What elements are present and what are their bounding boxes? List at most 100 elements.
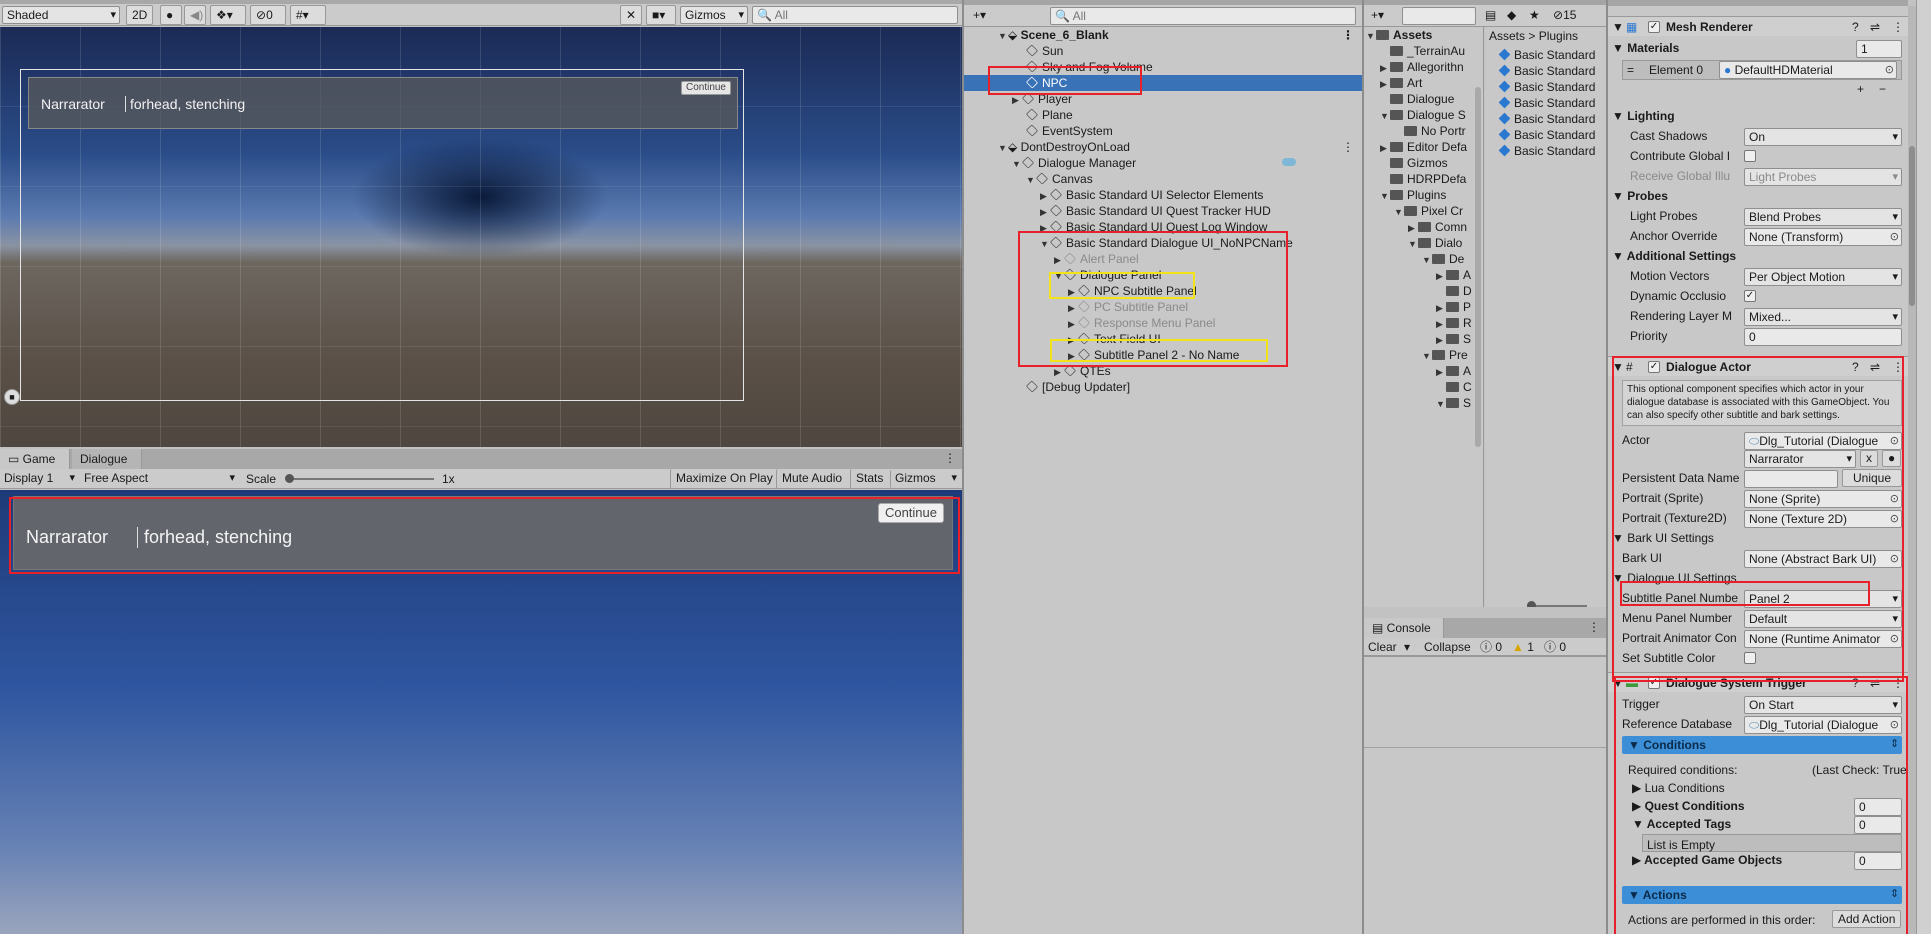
actor-clear-button[interactable]: x bbox=[1860, 450, 1878, 467]
project-add-button[interactable]: +▾ bbox=[1366, 6, 1394, 26]
folder-allegorithm[interactable]: ▶ Allegorithn bbox=[1380, 59, 1464, 75]
tree-debug-updater[interactable]: [Debug Updater] bbox=[1025, 379, 1130, 395]
tree-plane[interactable]: Plane bbox=[1025, 107, 1073, 123]
portrait-sprite-field[interactable]: None (Sprite) bbox=[1744, 490, 1902, 508]
tab-console[interactable]: ▤ Console bbox=[1364, 618, 1444, 638]
game-continue-button[interactable]: Continue bbox=[877, 503, 944, 523]
folder-gizmos[interactable]: Gizmos bbox=[1390, 155, 1448, 171]
dialogue-trigger-enabled-checkbox[interactable]: ✓ bbox=[1648, 677, 1660, 689]
console-clear-dropdown-icon[interactable]: ▾ bbox=[1404, 639, 1410, 655]
priority-field[interactable]: 0 bbox=[1744, 328, 1902, 346]
dialogue-trigger-preset-icon[interactable]: ⇌ bbox=[1870, 675, 1880, 691]
materials-foldout[interactable]: ▼ Materials bbox=[1612, 40, 1679, 56]
accepted-objects-count[interactable]: 0 bbox=[1854, 852, 1902, 870]
tree-npc-subtitle[interactable]: ▶ NPC Subtitle Panel bbox=[1068, 283, 1197, 299]
camera-settings-icon[interactable]: ■▾ bbox=[646, 5, 676, 25]
tree-response-menu[interactable]: ▶ Response Menu Panel bbox=[1068, 315, 1215, 331]
tree-canvas[interactable]: ▼ Canvas bbox=[1026, 171, 1093, 187]
mesh-renderer-preset-icon[interactable]: ⇌ bbox=[1870, 19, 1880, 35]
drag-handle-icon[interactable]: = bbox=[1627, 62, 1634, 78]
dialogue-trigger-foldout-icon[interactable]: ▼ bbox=[1612, 675, 1624, 691]
trigger-dropdown[interactable]: On Start bbox=[1744, 696, 1902, 714]
tree-dialogue-ui[interactable]: ▼ Basic Standard Dialogue UI_NoNPCName bbox=[1040, 235, 1293, 251]
tree-qtes[interactable]: ▶ QTEs bbox=[1054, 363, 1111, 379]
tab-dialogue[interactable]: Dialogue bbox=[72, 449, 142, 469]
scene-gizmos-dropdown[interactable]: Gizmos bbox=[680, 6, 748, 24]
reference-db-field[interactable]: ⬭Dlg_Tutorial (Dialogue bbox=[1744, 716, 1902, 734]
file-item[interactable]: Basic Standard bbox=[1498, 127, 1595, 143]
mesh-renderer-enabled-checkbox[interactable]: ✓ bbox=[1648, 21, 1660, 33]
file-item[interactable]: Basic Standard bbox=[1498, 47, 1595, 63]
console-menu-icon[interactable]: ⋮ bbox=[1588, 620, 1600, 634]
game-tab-menu-icon[interactable]: ⋮ bbox=[944, 451, 956, 465]
accepted-objects-foldout[interactable]: ▶ Accepted Game Objects bbox=[1632, 852, 1782, 868]
display-dropdown[interactable]: Display 1 bbox=[0, 470, 78, 488]
aspect-dropdown[interactable]: Free Aspect bbox=[80, 470, 238, 488]
maximize-on-play-toggle[interactable]: Maximize On Play bbox=[670, 469, 778, 489]
folder-art[interactable]: ▶ Art bbox=[1380, 75, 1422, 91]
tree-text-field[interactable]: ▶ Text Field UI bbox=[1068, 331, 1161, 347]
hierarchy-add-button[interactable]: +▾ bbox=[968, 6, 998, 26]
effects-toggle-icon[interactable]: ❖▾ bbox=[210, 5, 246, 25]
accepted-tags-foldout[interactable]: ▼ Accepted Tags bbox=[1632, 816, 1731, 832]
folder-pixel-crushers[interactable]: ▼ Pixel Cr bbox=[1394, 203, 1463, 219]
folder-no-portrait[interactable]: No Portr bbox=[1404, 123, 1466, 139]
dialogue-actor-help-icon[interactable]: ? bbox=[1852, 359, 1859, 375]
icon-size-slider-handle[interactable] bbox=[1527, 601, 1536, 607]
folder-prefabs[interactable]: ▼ Pre bbox=[1422, 347, 1468, 363]
tree-selector-elements[interactable]: ▶ Basic Standard UI Selector Elements bbox=[1040, 187, 1263, 203]
materials-count-field[interactable]: 1 bbox=[1856, 40, 1902, 58]
bark-ui-field[interactable]: None (Abstract Bark UI) bbox=[1744, 550, 1902, 568]
quest-conditions-foldout[interactable]: ▶ Quest Conditions bbox=[1632, 798, 1745, 814]
inspector-scrollbar-thumb[interactable] bbox=[1909, 146, 1915, 306]
quest-conditions-count[interactable]: 0 bbox=[1854, 798, 1902, 816]
receive-gi-dropdown[interactable]: Light Probes bbox=[1744, 168, 1902, 186]
audio-toggle-icon[interactable]: ◀) bbox=[184, 5, 206, 25]
console-detail-divider[interactable] bbox=[1364, 747, 1606, 748]
mesh-renderer-menu-icon[interactable]: ⋮ bbox=[1892, 19, 1904, 35]
probes-foldout[interactable]: ▼ Probes bbox=[1612, 188, 1668, 204]
lighting-foldout[interactable]: ▼ Lighting bbox=[1612, 108, 1675, 124]
folder-dialogue-s[interactable]: ▼ Dialogue S bbox=[1380, 107, 1466, 123]
folder-plugins[interactable]: ▼ Plugins bbox=[1380, 187, 1446, 203]
folder-dialogue-system[interactable]: ▼ Dialo bbox=[1408, 235, 1462, 251]
console-warning-count[interactable]: ▲ 1 bbox=[1512, 639, 1534, 655]
light-probes-dropdown[interactable]: Blend Probes bbox=[1744, 208, 1902, 226]
tools-icon[interactable]: ✕ bbox=[620, 5, 642, 25]
bark-ui-settings-foldout[interactable]: ▼ Bark UI Settings bbox=[1612, 530, 1714, 546]
actor-pick-button[interactable]: ● bbox=[1882, 450, 1902, 467]
folder-p[interactable]: ▶ P bbox=[1436, 299, 1471, 315]
folder-de[interactable]: ▼ De bbox=[1422, 251, 1464, 267]
accepted-tags-count[interactable]: 0 bbox=[1854, 816, 1902, 834]
mesh-renderer-help-icon[interactable]: ? bbox=[1852, 19, 1859, 35]
project-filter-icon[interactable]: ▤ bbox=[1480, 6, 1500, 26]
tree-npc[interactable]: NPC bbox=[964, 75, 1362, 91]
motion-vectors-dropdown[interactable]: Per Object Motion bbox=[1744, 268, 1902, 286]
dialogue-actor-foldout-icon[interactable]: ▼ bbox=[1612, 359, 1624, 375]
cast-shadows-dropdown[interactable]: On bbox=[1744, 128, 1902, 146]
tab-game[interactable]: ▭ Game bbox=[0, 449, 70, 469]
inspector-scrollbar[interactable] bbox=[1908, 6, 1916, 934]
file-item[interactable]: Basic Standard bbox=[1498, 143, 1595, 159]
tree-sun[interactable]: Sun bbox=[1025, 43, 1063, 59]
folder-assets[interactable]: ▼ Assets bbox=[1366, 27, 1432, 43]
file-item[interactable]: Basic Standard bbox=[1498, 63, 1595, 79]
set-subtitle-color-checkbox[interactable] bbox=[1744, 652, 1756, 664]
scene-overlay-continue-button[interactable]: Continue bbox=[680, 81, 731, 95]
project-label-icon[interactable]: ◆ bbox=[1502, 6, 1522, 26]
tree-quest-tracker[interactable]: ▶ Basic Standard UI Quest Tracker HUD bbox=[1040, 203, 1271, 219]
file-item[interactable]: Basic Standard bbox=[1498, 79, 1595, 95]
folder-editor-default[interactable]: ▶ Editor Defa bbox=[1380, 139, 1467, 155]
folder-d[interactable]: D bbox=[1446, 283, 1472, 299]
rendering-layer-dropdown[interactable]: Mixed... bbox=[1744, 308, 1902, 326]
folder-common[interactable]: ▶ Comn bbox=[1408, 219, 1467, 235]
dynamic-occlusion-checkbox[interactable]: ✓ bbox=[1744, 290, 1756, 302]
grid-toggle-icon[interactable]: #▾ bbox=[290, 5, 326, 25]
dialogue-actor-menu-icon[interactable]: ⋮ bbox=[1892, 359, 1904, 375]
folder-r[interactable]: ▶ R bbox=[1436, 315, 1472, 331]
folder-ps[interactable]: ▼ S bbox=[1436, 395, 1471, 411]
dialogue-ui-settings-foldout[interactable]: ▼ Dialogue UI Settings bbox=[1612, 570, 1737, 586]
dialogue-trigger-header[interactable]: ▼ ▬ ✓ Dialogue System Trigger ? ⇌ ⋮ bbox=[1608, 672, 1908, 692]
contribute-gi-checkbox[interactable] bbox=[1744, 150, 1756, 162]
game-gizmos-dropdown[interactable]: Gizmos bbox=[890, 470, 960, 488]
